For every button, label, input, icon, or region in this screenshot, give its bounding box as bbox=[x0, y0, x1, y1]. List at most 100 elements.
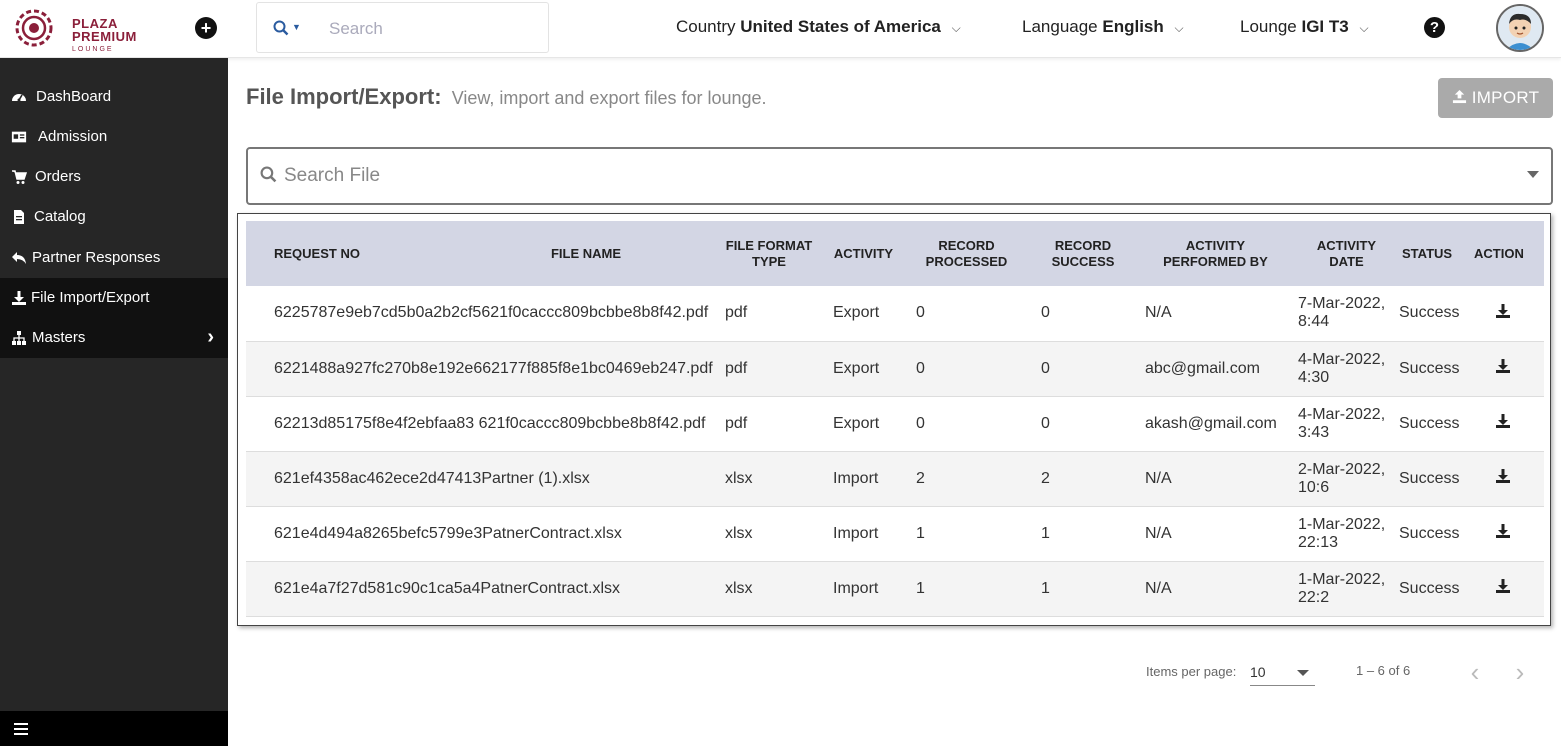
help-icon[interactable]: ? bbox=[1424, 17, 1445, 38]
header-line: ACTIVITY bbox=[1316, 237, 1377, 253]
download-icon[interactable] bbox=[1495, 523, 1511, 539]
lounge-selector[interactable]: Lounge IGI T3 ⌵ bbox=[1240, 17, 1369, 37]
download-icon bbox=[12, 291, 26, 305]
cell-activity: Import bbox=[833, 524, 879, 542]
cell-record-success: 0 bbox=[1041, 304, 1050, 322]
language-selector[interactable]: Language English ⌵ bbox=[1022, 17, 1184, 37]
cell-performed-by: N/A bbox=[1145, 524, 1172, 542]
next-page-button[interactable]: › bbox=[1505, 658, 1535, 688]
sidebar-item-catalog[interactable]: Catalog bbox=[0, 197, 228, 237]
cell-file-format: pdf bbox=[725, 359, 748, 377]
avatar-icon bbox=[1498, 6, 1542, 50]
time-line: 3:43 bbox=[1298, 423, 1330, 441]
time-line: 4:30 bbox=[1298, 368, 1330, 386]
col-header-record-success[interactable]: RECORD SUCCESS bbox=[1029, 221, 1137, 286]
items-per-page-select[interactable]: 10 bbox=[1250, 660, 1315, 686]
cell-performed-by: N/A bbox=[1145, 304, 1172, 322]
col-header-file-name[interactable]: FILE NAME bbox=[457, 221, 715, 286]
sidebar-item-admission[interactable]: Admission bbox=[0, 117, 228, 157]
plaza-premium-logo[interactable]: PLAZA PREMIUM LOUNGE bbox=[14, 8, 136, 53]
date-line: 7-Mar-2022, bbox=[1298, 295, 1386, 313]
hamburger-menu-icon[interactable] bbox=[14, 723, 28, 735]
import-button-label: IMPORT bbox=[1471, 88, 1540, 107]
previous-page-button[interactable]: ‹ bbox=[1460, 658, 1490, 688]
download-icon[interactable] bbox=[1495, 413, 1511, 429]
cart-icon bbox=[12, 170, 27, 184]
cell-file-format: xlsx bbox=[725, 579, 753, 597]
table-row: 6225787e9eb7cd5b0a2b2cf5621f0caccc809bcb… bbox=[246, 286, 1544, 341]
col-header-record-processed[interactable]: RECORD PROCESSED bbox=[904, 221, 1029, 286]
col-header-request-no[interactable]: REQUEST NO bbox=[246, 221, 457, 286]
chevron-down-icon: ⌵ bbox=[951, 21, 961, 35]
download-icon[interactable] bbox=[1495, 303, 1511, 319]
sidebar-item-label: File Import/Export bbox=[31, 289, 150, 306]
user-avatar[interactable] bbox=[1496, 4, 1544, 52]
file-search[interactable] bbox=[246, 147, 1553, 205]
time-line: 22:2 bbox=[1298, 588, 1330, 606]
table-row: 62213d85175f8e4f2ebfaa83 621f0caccc809bc… bbox=[246, 396, 1544, 451]
col-header-activity[interactable]: ACTIVITY bbox=[823, 221, 904, 286]
upload-icon bbox=[1452, 89, 1466, 104]
time-line: 22:13 bbox=[1298, 533, 1339, 551]
add-button[interactable]: + bbox=[195, 17, 217, 39]
sidebar-item-label: Admission bbox=[38, 128, 108, 145]
language-label: Language bbox=[1022, 17, 1098, 36]
cell-activity: Import bbox=[833, 579, 879, 597]
dropdown-arrow-icon[interactable] bbox=[1527, 171, 1539, 178]
country-label: Country bbox=[676, 17, 736, 36]
download-icon[interactable] bbox=[1495, 358, 1511, 374]
sidebar-item-label: Catalog bbox=[34, 208, 86, 225]
lounge-value: IGI T3 bbox=[1301, 17, 1349, 36]
col-header-file-format[interactable]: FILE FORMAT TYPE bbox=[715, 221, 823, 286]
sidebar-item-orders[interactable]: Orders bbox=[0, 157, 228, 197]
global-search-input[interactable] bbox=[329, 17, 529, 41]
sidebar-item-label: Masters bbox=[32, 329, 86, 346]
cell-record-processed: 2 bbox=[916, 469, 925, 487]
search-icon[interactable] bbox=[273, 20, 289, 36]
cell-request-file-name: 6221488a927fc270b8e192e662177f885f8e1bc0… bbox=[274, 359, 713, 377]
cell-file-format: pdf bbox=[725, 304, 748, 322]
download-icon[interactable] bbox=[1495, 578, 1511, 594]
import-button[interactable]: IMPORT bbox=[1438, 78, 1553, 118]
cell-action bbox=[1471, 286, 1544, 341]
sidebar-item-masters[interactable]: Masters › bbox=[0, 318, 228, 358]
date-line: 1-Mar-2022, bbox=[1298, 515, 1386, 533]
cell-activity-date: 1-Mar-2022, 22:2 bbox=[1294, 561, 1399, 616]
cell-action bbox=[1471, 561, 1544, 616]
sidebar-item-label: DashBoard bbox=[36, 88, 112, 105]
dropdown-arrow-icon bbox=[1297, 670, 1309, 676]
cell-status: Success bbox=[1399, 469, 1460, 487]
cell-record-success: 1 bbox=[1041, 579, 1050, 597]
country-selector[interactable]: Country United States of America ⌵ bbox=[676, 17, 961, 37]
file-search-input[interactable] bbox=[284, 164, 1484, 188]
col-header-status[interactable]: STATUS bbox=[1399, 221, 1471, 286]
cell-action bbox=[1471, 506, 1544, 561]
time-line: 10:6 bbox=[1298, 478, 1330, 496]
sidebar-item-file-import-export[interactable]: File Import/Export bbox=[0, 278, 228, 318]
cell-record-processed: 1 bbox=[916, 524, 925, 542]
chevron-down-icon: ⌵ bbox=[1359, 21, 1369, 35]
cell-status: Success bbox=[1399, 304, 1460, 322]
download-icon[interactable] bbox=[1495, 468, 1511, 484]
lounge-label: Lounge bbox=[1240, 17, 1297, 36]
language-value: English bbox=[1102, 17, 1164, 36]
sidebar-item-dashboard[interactable]: DashBoard bbox=[0, 77, 228, 117]
cell-file-format: xlsx bbox=[725, 469, 753, 487]
col-header-performed-by[interactable]: ACTIVITY PERFORMED BY bbox=[1137, 221, 1294, 286]
files-table: REQUEST NO FILE NAME FILE FORMAT TYPE ACT… bbox=[246, 221, 1544, 617]
global-search[interactable]: ▼ bbox=[256, 2, 549, 53]
caret-down-icon[interactable]: ▼ bbox=[292, 22, 301, 32]
page-title: File Import/Export: View, import and exp… bbox=[246, 84, 767, 110]
header-line: PERFORMED BY bbox=[1163, 253, 1268, 269]
table-row: 6221488a927fc270b8e192e662177f885f8e1bc0… bbox=[246, 341, 1544, 396]
cell-activity-date: 2-Mar-2022, 10:6 bbox=[1294, 451, 1399, 506]
logo-line-3: LOUNGE bbox=[72, 46, 114, 53]
page-title-text: File Import/Export: bbox=[246, 84, 442, 109]
reply-icon bbox=[12, 252, 26, 264]
cell-request-file-name: 62213d85175f8e4f2ebfaa83 621f0caccc809bc… bbox=[274, 414, 706, 432]
cell-request-file-name: 6225787e9eb7cd5b0a2b2cf5621f0caccc809bcb… bbox=[274, 304, 709, 322]
col-header-activity-date[interactable]: ACTIVITY DATE bbox=[1294, 221, 1399, 286]
plus-icon: + bbox=[200, 18, 212, 38]
sidebar-item-partner-responses[interactable]: Partner Responses bbox=[0, 238, 228, 278]
cell-activity-date: 1-Mar-2022, 22:13 bbox=[1294, 506, 1399, 561]
